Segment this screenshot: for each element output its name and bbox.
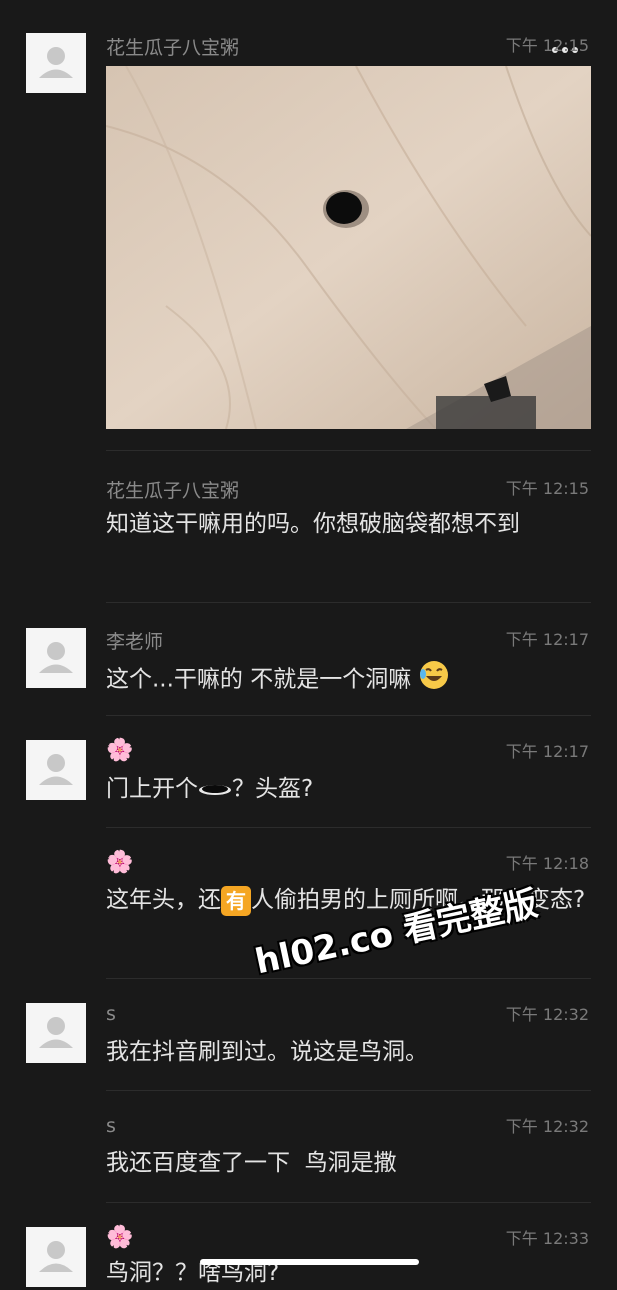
message-text-content: 这个...干嘛的 不就是一个洞嘛 xyxy=(106,666,412,693)
sender-name: 花生瓜子八宝粥 xyxy=(106,37,240,59)
you-badge-emoji-icon: 有 xyxy=(221,885,251,916)
avatar[interactable] xyxy=(26,1227,86,1287)
sender-name: s xyxy=(106,1115,116,1137)
divider xyxy=(106,715,591,716)
message-text: 我在抖音刷到过。说这是鸟洞。 xyxy=(106,1039,428,1065)
avatar[interactable] xyxy=(26,1003,86,1063)
sender-name: 🌸 xyxy=(106,738,134,763)
timestamp: 下午 12:32 xyxy=(505,1117,589,1136)
message-text-part: 这年头，还 xyxy=(106,887,221,913)
message-text: 这个...干嘛的 不就是一个洞嘛 xyxy=(106,660,592,700)
avatar[interactable] xyxy=(26,740,86,800)
timestamp: 下午 12:32 xyxy=(505,1005,589,1024)
hole-emoji-icon xyxy=(198,773,232,807)
divider xyxy=(106,1090,591,1091)
sender-name: 李老师 xyxy=(106,631,164,653)
home-indicator[interactable] xyxy=(200,1259,419,1265)
message-text: 知道这干嘛用的吗。你想破脑袋都想不到 xyxy=(106,511,520,537)
divider xyxy=(106,1202,591,1203)
sender-name: 🌸 xyxy=(106,850,134,875)
timestamp: 下午 12:18 xyxy=(505,854,589,873)
avatar[interactable] xyxy=(26,628,86,688)
timestamp: 下午 12:17 xyxy=(505,630,589,649)
message-text-part: 门上开个 xyxy=(106,776,198,802)
message-photo[interactable] xyxy=(106,66,591,429)
avatar[interactable] xyxy=(26,33,86,93)
timestamp: 下午 12:17 xyxy=(505,742,589,761)
divider xyxy=(106,978,591,979)
divider xyxy=(106,602,591,603)
laughing-tears-emoji-icon xyxy=(419,660,449,700)
divider xyxy=(106,450,591,451)
sender-name: 🌸 xyxy=(106,1225,134,1250)
sender-name: s xyxy=(106,1003,116,1025)
sender-name: 花生瓜子八宝粥 xyxy=(106,480,240,502)
timestamp: 下午 12:15 xyxy=(505,479,589,498)
timestamp: 下午 12:15 xyxy=(505,36,589,55)
message-text: 门上开个 ？头盔? xyxy=(106,772,592,807)
message-text-part: ？头盔? xyxy=(232,776,314,802)
divider xyxy=(106,827,591,828)
timestamp: 下午 12:33 xyxy=(505,1229,589,1248)
message-text: 我还百度查了一下 鸟洞是撒 xyxy=(106,1150,397,1176)
